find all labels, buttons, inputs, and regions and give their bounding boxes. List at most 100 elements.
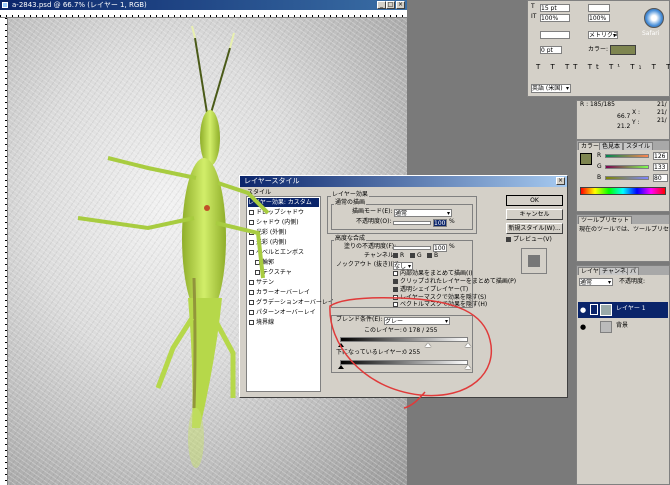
style-underline[interactable]: T (652, 63, 660, 71)
style-faux-italic[interactable]: T (551, 63, 559, 71)
style-preview-box (521, 248, 547, 274)
info-val-1: 21/ (657, 101, 667, 108)
safari-icon[interactable] (644, 8, 664, 28)
style-faux-bold[interactable]: T (536, 63, 544, 71)
style-strikethrough[interactable]: T (666, 63, 670, 71)
option-blend-clipped[interactable]: クリップされたレイヤーをまとめて描画(P) (393, 278, 516, 286)
baseline-shift-field[interactable]: 0 pt (540, 46, 562, 54)
tab-paths[interactable]: パ (627, 267, 640, 275)
preview-option[interactable]: プレビュー(V) (506, 236, 552, 244)
document-icon (2, 2, 8, 8)
layers-palette-tabs: レイヤー チャンネル パ (577, 266, 669, 275)
font-size-field[interactable]: 15 pt (540, 4, 570, 12)
document-title-bar[interactable]: a-2843.psd @ 66.7% (レイヤー 1, RGB) _ □ × (0, 0, 407, 10)
tab-tool-presets[interactable]: ツールプリセット (578, 216, 633, 224)
text-color-swatch[interactable] (610, 45, 636, 55)
option-text: 透明シェイプレイヤー(T) (400, 286, 469, 293)
layers-palette: レイヤー チャンネル パ 通常 不透明度: ● レイヤー 1 ● 背景 (576, 265, 670, 485)
tool-presets-palette: ツールプリセット 現在のツールでは、ツールプリセットを定義 (576, 214, 670, 262)
vertical-ruler (0, 18, 8, 485)
close-button[interactable]: × (396, 1, 405, 9)
horizontal-ruler (0, 10, 407, 18)
layer-name: 背景 (616, 322, 629, 329)
channel-b-option[interactable]: B (427, 252, 438, 260)
tab-swatches[interactable]: 色見本 (599, 142, 624, 150)
preview-checkbox[interactable] (506, 237, 511, 242)
info-x-value: 66.7 (617, 113, 631, 120)
preview-label: プレビュー(V) (513, 236, 552, 243)
foreground-color-swatch[interactable] (580, 153, 592, 165)
minimize-button[interactable]: _ (377, 1, 386, 9)
cancel-button[interactable]: キャンセル (506, 209, 563, 220)
visibility-eye-icon[interactable]: ● (580, 323, 586, 331)
color-spectrum-ramp[interactable] (580, 187, 666, 195)
option-vector-mask-hides[interactable]: ベクトルマスクで効果を隠す(H) (393, 302, 487, 308)
fill-opacity-field[interactable]: 100 (433, 244, 447, 252)
new-style-button[interactable]: 新規スタイル(W)... (506, 223, 563, 234)
channel-r-field[interactable]: 126 (653, 152, 668, 160)
channel-g-field[interactable]: 133 (653, 163, 668, 171)
info-val-3: 21/ (657, 117, 667, 124)
channel-g-slider[interactable] (605, 165, 649, 169)
channel-g-label: G (597, 163, 602, 170)
channel-g-option[interactable]: G (410, 252, 422, 260)
tool-presets-tabs: ツールプリセット (577, 215, 669, 224)
safari-dock-item[interactable]: Safari (634, 0, 670, 48)
channel-b-slider[interactable] (605, 176, 649, 180)
layer-blend-mode-select[interactable]: 通常 (579, 278, 613, 286)
visibility-eye-icon[interactable]: ● (580, 306, 586, 314)
ok-button[interactable]: OK (506, 195, 563, 206)
document-title: a-2843.psd @ 66.7% (レイヤー 1, RGB) (12, 1, 147, 9)
channel-r-label: R (597, 152, 602, 159)
preview-swatch (528, 255, 540, 267)
dialog-close-button[interactable]: × (556, 177, 565, 185)
info-x: X : (632, 109, 641, 116)
style-superscript[interactable]: T¹ (609, 63, 624, 71)
this-layer-white-high-slider[interactable] (465, 343, 471, 347)
text-style-buttons[interactable]: T T TT Tt T¹ T₁ T T (536, 63, 670, 73)
channel-b-text: B (434, 252, 439, 259)
layer-row[interactable]: ● 背景 (578, 319, 668, 335)
channel-b-field[interactable]: 80 (653, 174, 668, 182)
this-layer-white-low-slider[interactable] (425, 343, 431, 347)
brush-icon (590, 304, 598, 315)
option-text: 内部効果をまとめて描画(I) (400, 270, 473, 277)
checkbox[interactable] (410, 253, 415, 258)
underlying-white-slider[interactable] (465, 365, 471, 369)
opacity-percent: % (449, 218, 455, 225)
checkbox[interactable] (427, 253, 432, 258)
tab-styles[interactable]: スタイル (623, 142, 654, 150)
layer-opacity-label: 不透明度: (619, 278, 646, 285)
option-text: レイヤーマスクで効果を隠す(S) (400, 294, 487, 301)
this-layer-values: 0 178 / 255 (403, 327, 438, 334)
language-select[interactable]: 英語 (米国) (531, 84, 571, 93)
maximize-button[interactable]: □ (386, 1, 395, 9)
style-all-caps[interactable]: TT (565, 63, 581, 71)
info-r: R : 185/185 (580, 101, 615, 108)
document-window: a-2843.psd @ 66.7% (レイヤー 1, RGB) _ □ × (0, 0, 407, 485)
style-small-caps[interactable]: Tt (588, 63, 603, 71)
vertical-scale-field[interactable]: 100% (540, 14, 570, 22)
info-y: Y : (632, 119, 640, 126)
tracking-field[interactable]: メトリクス (588, 31, 618, 39)
channel-g-text: G (417, 252, 422, 259)
layer-thumbnail (600, 304, 612, 316)
style-subscript[interactable]: T₁ (630, 63, 645, 71)
info-val-2: 21/ (657, 109, 667, 116)
layer-name: レイヤー 1 (616, 305, 646, 312)
tool-presets-message: 現在のツールでは、ツールプリセットを定義 (579, 226, 670, 233)
option-text: クリップされたレイヤーをまとめて描画(P) (400, 278, 517, 285)
image-canvas[interactable] (8, 18, 407, 485)
grasshopper-image (77, 25, 270, 468)
color-palette-tabs: カラー 色見本 スタイル (577, 141, 669, 150)
option-text: ベクトルマスクで効果を隠す(H) (400, 301, 488, 308)
leading-field[interactable] (588, 4, 610, 12)
kerning-field[interactable] (540, 31, 570, 39)
channel-r-slider[interactable] (605, 154, 649, 158)
opacity-field[interactable]: 100 (433, 219, 447, 227)
color-label: カラー: (588, 46, 609, 53)
layer-row[interactable]: ● レイヤー 1 (578, 302, 668, 318)
fill-opacity-percent: % (449, 243, 455, 250)
horizontal-scale-field[interactable]: 100% (588, 14, 610, 22)
font-size-icon: T (531, 3, 535, 10)
